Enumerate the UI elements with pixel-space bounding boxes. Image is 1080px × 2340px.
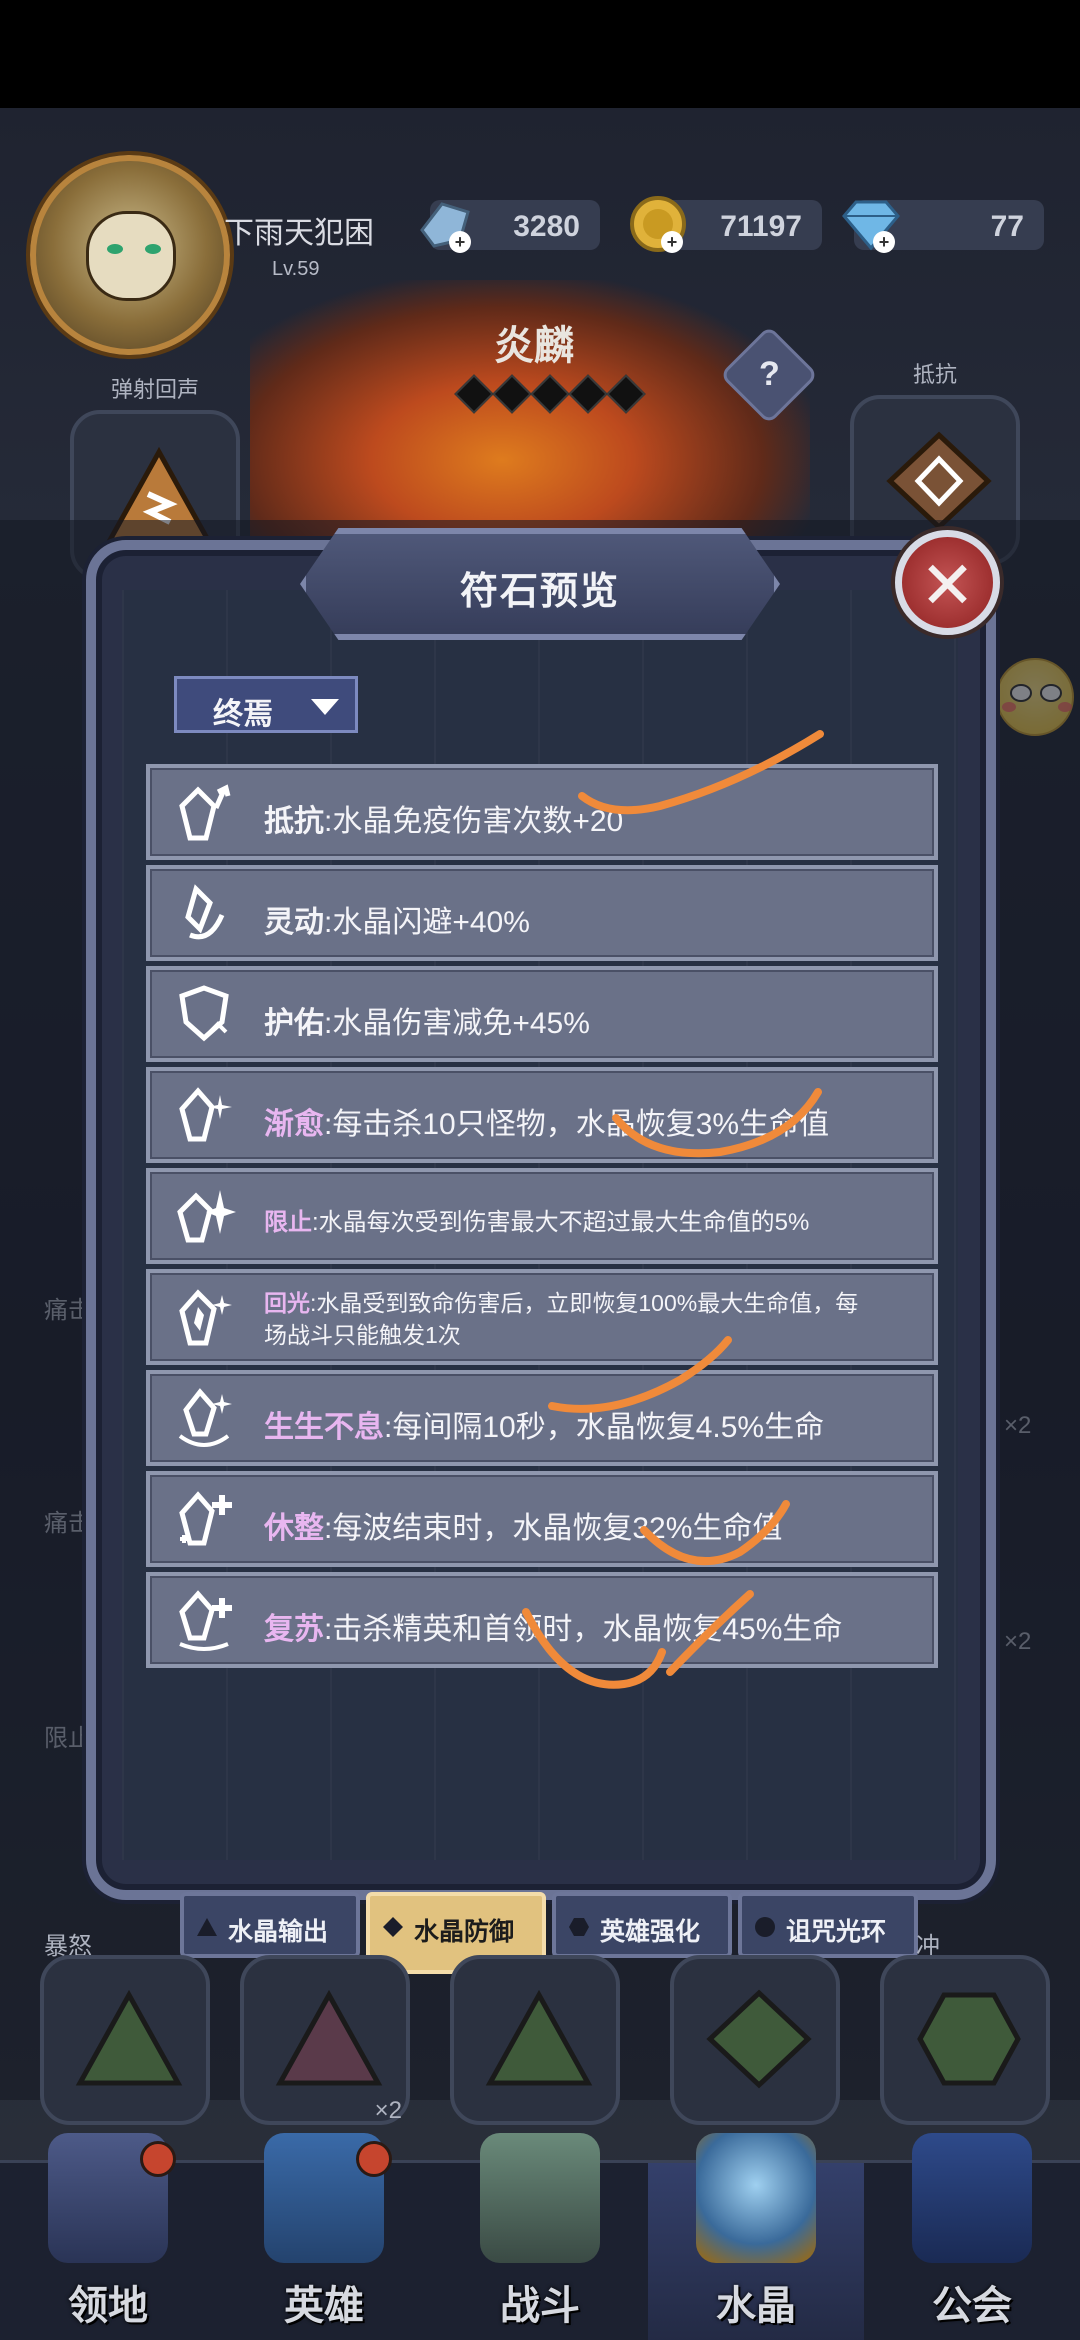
rune-text: 护佑:水晶伤害减免+45% [264,1007,590,1040]
crystal-plus-icon [179,1491,232,1546]
nav-crystal[interactable]: 水晶 [648,2133,864,2340]
gem-slot-icon [454,374,494,414]
skill-label: 弹射回声 [110,377,199,402]
gem-slot-icon [492,374,532,414]
boss-gem-slots [454,374,658,420]
hexagon-icon [569,1918,589,1936]
crystal-glow-icon [179,1289,232,1346]
rush-rune-icon [917,1992,1021,2086]
crystal-dodge-icon [185,884,225,940]
gold-count: 71197 [720,210,802,243]
sword-icon [480,2133,600,2263]
rune-row-resist[interactable]: 抵抗:水晶免疫伤害次数+20 [146,764,938,860]
rune-text: 灵动:水晶闪避+40% [264,906,530,939]
nav-heroes[interactable]: 英雄 [216,2133,432,2340]
crystal-up-arrow-icon [179,784,231,841]
lion-face-icon [86,211,176,301]
player-name: 下雨天犯困 [224,217,374,250]
nav-territory[interactable]: 领地 [0,2133,216,2340]
crystal-shield-icon [179,985,229,1042]
rune-row-revive[interactable]: 复苏:击杀精英和首领时，水晶恢复45%生命 [146,1572,938,1668]
dropdown-selected: 终焉 [213,698,273,731]
player-avatar[interactable] [30,155,230,355]
strike-rune-icon [275,1989,383,2086]
circle-icon [755,1917,775,1937]
rune-row-heal[interactable]: 渐愈:每击杀10只怪物，水晶恢复3%生命值 [146,1067,938,1163]
resist-rune-icon [886,431,992,531]
diamond-icon: + [842,200,900,253]
skill-tile-shield[interactable] [670,1955,840,2125]
modal-title: 符石预览 [459,571,620,613]
close-button[interactable]: ✕ [895,530,1000,635]
bottom-navigation: 领地 英雄 战斗 水晶 公会 [0,2133,1080,2340]
svg-text:+: + [667,232,678,252]
rune-category-tabs: 水晶输出 水晶防御 英雄强化 诅咒光环 [180,1892,918,1974]
tab-curse-aura[interactable]: 诅咒光环 [738,1892,918,1958]
resource-crystal[interactable]: + 3280 [420,200,600,253]
tab-crystal-output[interactable]: 水晶输出 [180,1892,360,1958]
notification-dot [356,2141,392,2177]
crystal-cycle-icon [178,1388,232,1447]
rune-row-glow[interactable]: 回光:水晶受到致命伤害后，立即恢复100%最大生命值，每场战斗只能触发1次 [146,1269,938,1365]
triangle-icon [197,1918,217,1936]
rune-text: 休整:每波结束时，水晶恢复32%生命值 [264,1512,783,1545]
rune-text: 生生不息:每间隔10秒，水晶恢复4.5%生命 [264,1411,825,1444]
rune-filter-dropdown[interactable]: 终焉 [174,676,358,733]
eye-icon [107,244,123,254]
boss-name: 炎麟 [494,324,574,368]
close-icon: ✕ [919,548,976,622]
rune-row-limit[interactable]: 限止:水晶每次受到伤害最大不超过最大生命值的5% [146,1168,938,1264]
skill-tile-rush[interactable] [880,1955,1050,2125]
skill-label: 抵抗 [912,362,957,387]
notification-dot [140,2141,176,2177]
rune-row-protect[interactable]: 护佑:水晶伤害减免+45% [146,966,938,1062]
rune-text: 复苏:击杀精英和首领时，水晶恢复45%生命 [264,1613,843,1646]
rune-text: 限止:水晶每次受到伤害最大不超过最大生命值的5% [264,1209,810,1236]
crystal-icon [696,2133,816,2263]
svg-text:+: + [879,232,890,252]
eye-icon [145,244,161,254]
diamond-icon [383,1917,403,1937]
shield-rune-icon [706,1989,812,2089]
skill-tile-rage[interactable] [40,1955,210,2125]
arrow-rune-icon [485,1989,593,2086]
rune-text: 回光:水晶受到致命伤害后，立即恢复100%最大生命值，每场战斗只能触发1次 [264,1290,859,1348]
rune-text: 渐愈:每击杀10只怪物，水晶恢复3%生命值 [264,1108,830,1141]
skill-tile-arrow[interactable] [450,1955,620,2125]
player-level: Lv.59 [272,258,320,280]
rune-text: 抵抗:水晶免疫伤害次数+20 [264,805,624,838]
crystal-sparkle-icon [179,1087,232,1142]
rune-row-rest[interactable]: 休整:每波结束时，水晶恢复32%生命值 [146,1471,938,1567]
svg-text:+: + [455,232,466,252]
gem-slot-icon [606,374,646,414]
crystal-count: 3280 [513,210,580,243]
chevron-down-icon [311,699,339,715]
crystal-shard-icon: + [420,202,471,253]
rune-row-endless[interactable]: 生生不息:每间隔10秒，水晶恢复4.5%生命 [146,1370,938,1466]
resource-gold[interactable]: + 71197 [630,196,822,253]
rune-row-agile[interactable]: 灵动:水晶闪避+40% [146,865,938,961]
question-icon: ? [758,355,780,394]
gem-slot-icon [530,374,570,414]
gem-slot-icon [568,374,608,414]
crystal-revive-icon [179,1590,232,1651]
resource-diamond[interactable]: + 77 [842,200,1044,253]
skill-tile-strike[interactable]: ×2 [240,1955,410,2125]
guild-banner-icon [912,2133,1032,2263]
status-bar [0,0,1080,108]
nav-guild[interactable]: 公会 [864,2133,1080,2340]
diamond-count: 77 [990,210,1024,243]
gold-coin-icon: + [630,196,686,253]
rage-rune-icon [75,1989,183,2086]
crystal-burst-icon [177,1190,236,1243]
rune-list: 抵抗:水晶免疫伤害次数+20 灵动:水晶闪避+40% 护佑:水晶伤害减免+45%… [146,764,938,1673]
nav-battle[interactable]: 战斗 [432,2133,648,2340]
tab-hero-boost[interactable]: 英雄强化 [552,1892,732,1958]
